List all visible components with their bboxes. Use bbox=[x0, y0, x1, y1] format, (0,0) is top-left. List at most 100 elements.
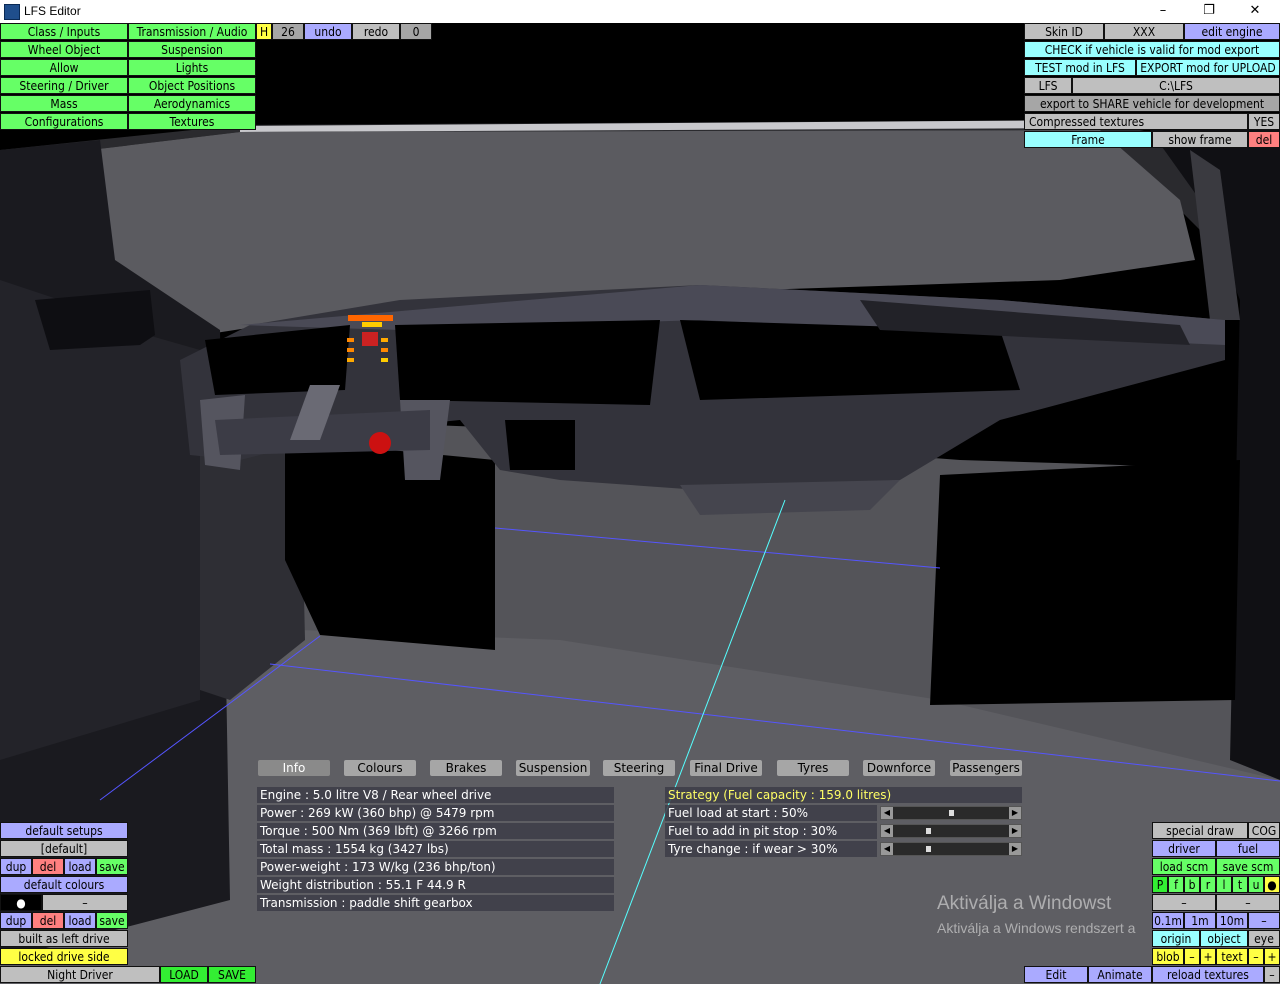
edit-engine-button[interactable]: edit engine bbox=[1184, 23, 1280, 40]
tab-brakes[interactable]: Brakes bbox=[430, 760, 502, 776]
colour-del-button[interactable]: del bbox=[32, 912, 64, 929]
setup-name[interactable]: [default] bbox=[0, 840, 128, 857]
frame-button[interactable]: Frame bbox=[1024, 131, 1152, 148]
tab-suspension[interactable]: Suspension bbox=[516, 760, 590, 776]
colour-dup-button[interactable]: dup bbox=[0, 912, 32, 929]
menu-object-positions[interactable]: Object Positions bbox=[128, 77, 256, 94]
blob-plus-button[interactable]: + bbox=[1200, 948, 1216, 965]
origin-button[interactable]: origin bbox=[1152, 930, 1200, 947]
menu-wheel-object[interactable]: Wheel Object bbox=[0, 41, 128, 58]
tab-downforce[interactable]: Downforce bbox=[863, 760, 935, 776]
step-dash[interactable]: – bbox=[1248, 912, 1280, 929]
tyre-change-slider[interactable]: ◀ ▶ bbox=[880, 842, 1022, 856]
toggle-u[interactable]: u bbox=[1248, 876, 1264, 893]
lfs-path[interactable]: C:\LFS bbox=[1072, 77, 1280, 94]
tab-info[interactable]: Info bbox=[258, 760, 330, 776]
step-0-1m[interactable]: 0.1m bbox=[1152, 912, 1184, 929]
default-colours-button[interactable]: default colours bbox=[0, 876, 128, 893]
toggle-b[interactable]: b bbox=[1184, 876, 1200, 893]
menu-configurations[interactable]: Configurations bbox=[0, 113, 128, 130]
tab-colours[interactable]: Colours bbox=[344, 760, 416, 776]
check-valid-button[interactable]: CHECK if vehicle is valid for mod export bbox=[1024, 41, 1280, 58]
driver-button[interactable]: driver bbox=[1152, 840, 1216, 857]
blob-button[interactable]: blob bbox=[1152, 948, 1184, 965]
slider-left-arrow-icon[interactable]: ◀ bbox=[881, 807, 893, 819]
fuel-start-slider[interactable]: ◀ ▶ bbox=[880, 806, 1022, 820]
locked-drive-side[interactable]: locked drive side bbox=[0, 948, 128, 965]
toggle-f[interactable]: f bbox=[1168, 876, 1184, 893]
menu-class-inputs[interactable]: Class / Inputs bbox=[0, 23, 128, 40]
colour-save-button[interactable]: save bbox=[96, 912, 128, 929]
menu-allow[interactable]: Allow bbox=[0, 59, 128, 76]
maximize-button[interactable]: ❐ bbox=[1186, 0, 1232, 23]
compressed-textures-toggle[interactable]: YES bbox=[1248, 113, 1280, 130]
blob-minus-button[interactable]: – bbox=[1184, 948, 1200, 965]
save-button[interactable]: SAVE bbox=[208, 966, 256, 983]
slider-knob[interactable] bbox=[926, 846, 931, 852]
reload-textures-button[interactable]: reload textures bbox=[1152, 966, 1264, 983]
slider-knob[interactable] bbox=[949, 810, 954, 816]
tab-steering[interactable]: Steering bbox=[603, 760, 675, 776]
menu-steering-driver[interactable]: Steering / Driver bbox=[0, 77, 128, 94]
skin-id-value[interactable]: XXX bbox=[1104, 23, 1184, 40]
tab-passengers[interactable]: Passengers bbox=[950, 760, 1022, 776]
cog-button[interactable]: COG bbox=[1248, 822, 1280, 839]
save-scm-button[interactable]: save scm bbox=[1216, 858, 1280, 875]
step-10m[interactable]: 10m bbox=[1216, 912, 1248, 929]
setup-del-button[interactable]: del bbox=[32, 858, 64, 875]
default-setups-button[interactable]: default setups bbox=[0, 822, 128, 839]
setup-save-button[interactable]: save bbox=[96, 858, 128, 875]
toggle-l[interactable]: l bbox=[1216, 876, 1232, 893]
show-frame-button[interactable]: show frame bbox=[1152, 131, 1248, 148]
toggle-dot-icon[interactable]: ● bbox=[1264, 876, 1280, 893]
slider-knob[interactable] bbox=[926, 828, 931, 834]
undo-button[interactable]: undo bbox=[304, 23, 352, 40]
h-button[interactable]: H bbox=[256, 23, 272, 40]
menu-textures[interactable]: Textures bbox=[128, 113, 256, 130]
minimize-button[interactable]: – bbox=[1140, 0, 1186, 23]
slider-left-arrow-icon[interactable]: ◀ bbox=[881, 825, 893, 837]
menu-lights[interactable]: Lights bbox=[128, 59, 256, 76]
fuel-button[interactable]: fuel bbox=[1216, 840, 1280, 857]
slider-right-arrow-icon[interactable]: ▶ bbox=[1009, 807, 1021, 819]
tab-final-drive[interactable]: Final Drive bbox=[690, 760, 762, 776]
menu-aerodynamics[interactable]: Aerodynamics bbox=[128, 95, 256, 112]
reload-dash-button[interactable]: – bbox=[1264, 966, 1280, 983]
special-draw-button[interactable]: special draw bbox=[1152, 822, 1248, 839]
dash-button-1[interactable]: – bbox=[1152, 894, 1216, 911]
load-scm-button[interactable]: load scm bbox=[1152, 858, 1216, 875]
colour-dot-icon[interactable]: ● bbox=[0, 894, 42, 911]
3d-viewport[interactable] bbox=[0, 23, 1280, 984]
setup-dup-button[interactable]: dup bbox=[0, 858, 32, 875]
close-button[interactable]: ✕ bbox=[1232, 0, 1278, 23]
setup-load-button[interactable]: load bbox=[64, 858, 96, 875]
toggle-r[interactable]: r bbox=[1200, 876, 1216, 893]
eye-button[interactable]: eye bbox=[1248, 930, 1280, 947]
dash-button-2[interactable]: – bbox=[1216, 894, 1280, 911]
text-button[interactable]: text bbox=[1216, 948, 1248, 965]
slider-left-arrow-icon[interactable]: ◀ bbox=[881, 843, 893, 855]
slider-right-arrow-icon[interactable]: ▶ bbox=[1009, 825, 1021, 837]
built-as-left-drive[interactable]: built as left drive bbox=[0, 930, 128, 947]
redo-button[interactable]: redo bbox=[352, 23, 400, 40]
export-mod-button[interactable]: EXPORT mod for UPLOAD bbox=[1136, 59, 1280, 76]
object-button[interactable]: object bbox=[1200, 930, 1248, 947]
tab-tyres[interactable]: Tyres bbox=[777, 760, 849, 776]
text-minus-button[interactable]: – bbox=[1248, 948, 1264, 965]
colour-load-button[interactable]: load bbox=[64, 912, 96, 929]
menu-mass[interactable]: Mass bbox=[0, 95, 128, 112]
colour-dash-button[interactable]: – bbox=[42, 894, 128, 911]
export-share-button[interactable]: export to SHARE vehicle for development bbox=[1024, 95, 1280, 112]
text-plus-button[interactable]: + bbox=[1264, 948, 1280, 965]
toggle-p[interactable]: P bbox=[1152, 876, 1168, 893]
load-button[interactable]: LOAD bbox=[160, 966, 208, 983]
menu-transmission-audio[interactable]: Transmission / Audio bbox=[128, 23, 256, 40]
edit-button[interactable]: Edit bbox=[1024, 966, 1088, 983]
toggle-t[interactable]: t bbox=[1232, 876, 1248, 893]
step-1m[interactable]: 1m bbox=[1184, 912, 1216, 929]
animate-button[interactable]: Animate bbox=[1088, 966, 1152, 983]
slider-right-arrow-icon[interactable]: ▶ bbox=[1009, 843, 1021, 855]
fuel-pit-slider[interactable]: ◀ ▶ bbox=[880, 824, 1022, 838]
night-driver-button[interactable]: Night Driver bbox=[0, 966, 160, 983]
menu-suspension[interactable]: Suspension bbox=[128, 41, 256, 58]
